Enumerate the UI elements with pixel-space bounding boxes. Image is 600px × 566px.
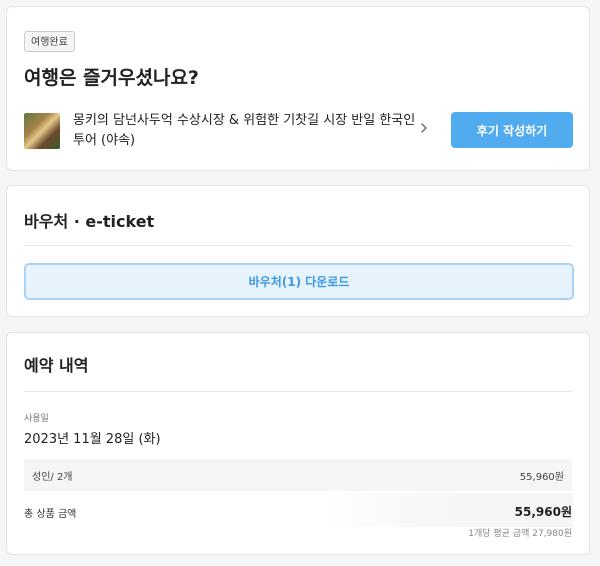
divider: [24, 245, 572, 246]
chevron-right-icon[interactable]: [417, 121, 431, 135]
tour-thumbnail[interactable]: [24, 113, 60, 149]
trip-title: 여행은 즐거우셨나요?: [24, 67, 199, 89]
line-item-label: 성인/ 2개: [32, 472, 73, 483]
voucher-download-button[interactable]: 바우처(1) 다운로드: [24, 263, 574, 300]
trip-complete-card: 여행완료 여행은 즐거우셨나요? 몽키의 담넌사두억 수상시장 & 위험한 기찻…: [6, 6, 590, 171]
booking-title: 예약 내역: [24, 356, 89, 375]
voucher-card: 바우처 · e-ticket 바우처(1) 다운로드: [6, 185, 590, 317]
trip-status-badge: 여행완료: [24, 31, 75, 52]
divider: [24, 391, 572, 392]
write-review-button[interactable]: 후기 작성하기: [451, 112, 573, 148]
total-amount: 55,960원: [514, 505, 572, 519]
line-item-row: 성인/ 2개 55,960원: [24, 459, 572, 491]
line-item-price: 55,960원: [519, 472, 564, 483]
total-label: 총 상품 금액: [24, 509, 77, 520]
use-date-label: 사용일: [24, 414, 49, 424]
average-price-note: 1개당 평균 금액 27,980원: [468, 529, 572, 539]
tour-name-link[interactable]: 몽키의 담넌사두억 수상시장 & 위험한 기찻길 시장 반일 한국인 투어 (야…: [73, 111, 418, 151]
booking-details-card: 예약 내역 사용일 2023년 11월 28일 (화) 성인/ 2개 55,96…: [6, 332, 590, 555]
use-date-value: 2023년 11월 28일 (화): [24, 432, 161, 447]
voucher-title: 바우처 · e-ticket: [24, 212, 155, 231]
